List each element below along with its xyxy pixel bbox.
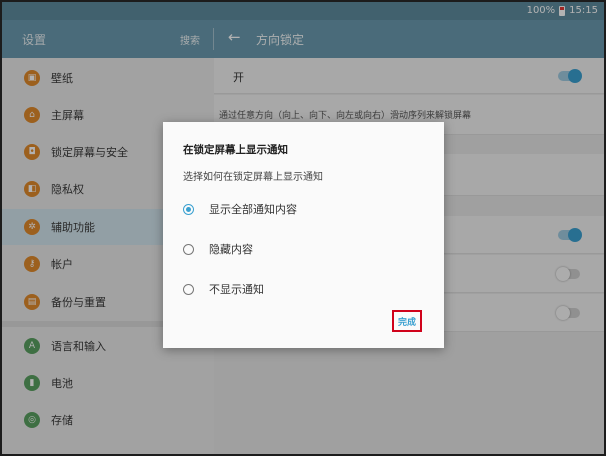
- option-show-all[interactable]: 显示全部通知内容: [183, 197, 423, 221]
- option-label: 隐藏内容: [209, 243, 253, 256]
- radio-unchecked-icon[interactable]: [183, 243, 194, 255]
- option-hide-content[interactable]: 隐藏内容: [183, 237, 423, 261]
- screen: 100% 15:15 设置 搜索 ← 方向锁定 ▣ 壁纸 ⌂ 主屏幕 ◘ 锁定屏…: [2, 2, 604, 454]
- option-label: 显示全部通知内容: [209, 203, 297, 216]
- radio-unchecked-icon[interactable]: [183, 283, 194, 295]
- radio-checked-icon[interactable]: [183, 203, 194, 215]
- option-no-notifications[interactable]: 不显示通知: [183, 277, 423, 301]
- done-button[interactable]: 完成: [392, 310, 422, 332]
- dialog-subtitle: 选择如何在锁定屏幕上显示通知: [183, 172, 323, 183]
- notification-dialog: 在锁定屏幕上显示通知 选择如何在锁定屏幕上显示通知 显示全部通知内容 隐藏内容 …: [163, 122, 444, 348]
- dialog-title: 在锁定屏幕上显示通知: [183, 144, 288, 156]
- option-label: 不显示通知: [209, 283, 264, 296]
